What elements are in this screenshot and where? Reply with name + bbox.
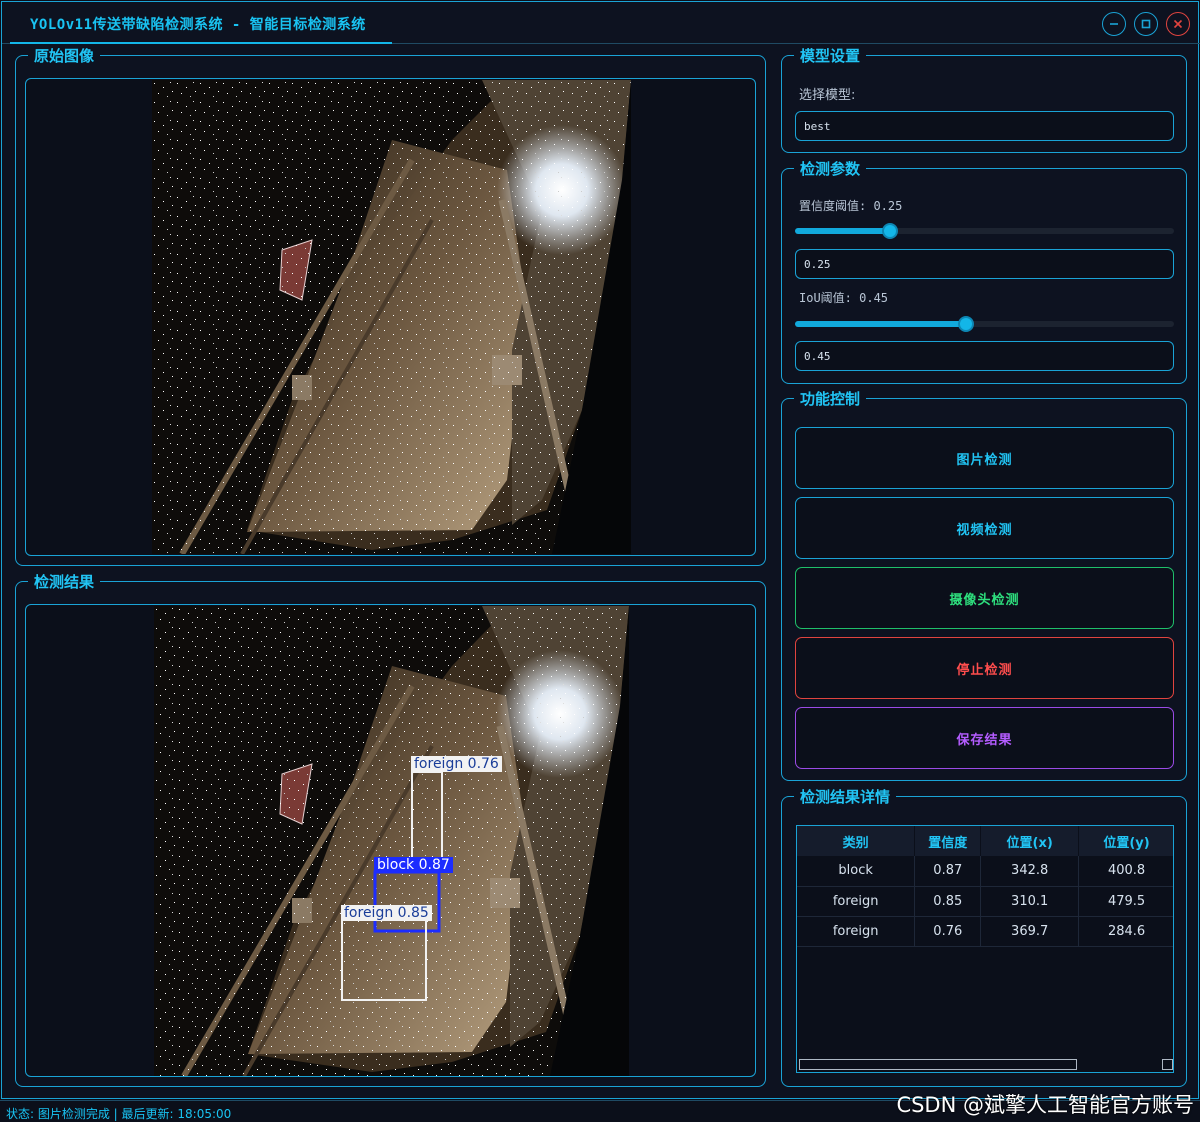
confidence-slider[interactable] [795, 223, 1174, 239]
detection-result-image: foreign 0.76 block 0.87 foreign 0.85 [154, 606, 629, 1076]
cell-confidence: 0.76 [914, 916, 982, 947]
minimize-button[interactable] [1102, 12, 1126, 36]
original-image [152, 80, 631, 554]
detection-params-panel: 检测参数 置信度阈值: 0.25 0.25 IoU阈值: 0.45 0.45 [781, 160, 1187, 384]
image-detect-button[interactable]: 图片检测 [795, 427, 1174, 489]
horizontal-scrollbar[interactable] [797, 1058, 1173, 1072]
camera-detect-button[interactable]: 摄像头检测 [795, 567, 1174, 629]
column-header-x[interactable]: 位置(x) [980, 826, 1080, 856]
cell-y: 284.6 [1078, 916, 1173, 947]
detection-result-frame: foreign 0.76 block 0.87 foreign 0.85 [25, 604, 756, 1077]
stop-detect-button[interactable]: 停止检测 [795, 637, 1174, 699]
model-settings-title: 模型设置 [794, 47, 867, 65]
cell-x: 310.1 [980, 886, 1080, 917]
save-result-button[interactable]: 保存结果 [795, 707, 1174, 769]
watermark: CSDN @斌擎人工智能官方账号 [896, 1093, 1194, 1117]
close-icon [1173, 19, 1183, 29]
cell-x: 342.8 [980, 856, 1080, 887]
iou-slider-fill [795, 321, 966, 327]
cell-class: foreign [797, 916, 916, 947]
app-window: YOLOv11传送带缺陷检测系统 - 智能目标检测系统 原始图像 检测结果 fo… [1, 1, 1200, 1099]
iou-label: IoU阈值: 0.45 [799, 291, 889, 305]
cell-confidence: 0.85 [914, 886, 982, 917]
bbox-label-block: block 0.87 [374, 857, 453, 873]
iou-slider[interactable] [795, 316, 1174, 332]
original-image-frame [25, 78, 756, 556]
original-image-panel: 原始图像 [15, 47, 766, 566]
function-controls-title: 功能控制 [794, 390, 867, 408]
status-text: 状态: 图片检测完成 | 最后更新: 18:05:00 [6, 1107, 232, 1121]
detection-details-panel: 检测结果详情 类别 置信度 位置(x) 位置(y) block 0.87 342… [781, 788, 1187, 1087]
function-controls-panel: 功能控制 图片检测 视频检测 摄像头检测 停止检测 保存结果 [781, 390, 1187, 781]
model-select[interactable]: best [795, 111, 1174, 141]
maximize-icon [1141, 19, 1151, 29]
detection-details-table[interactable]: 类别 置信度 位置(x) 位置(y) block 0.87 342.8 400.… [796, 825, 1174, 1073]
maximize-button[interactable] [1134, 12, 1158, 36]
iou-input[interactable]: 0.45 [795, 341, 1174, 371]
original-image-title: 原始图像 [28, 47, 101, 65]
status-bar: 状态: 图片检测完成 | 最后更新: 18:05:00 CSDN @斌擎人工智能… [0, 1093, 1200, 1122]
confidence-slider-fill [795, 228, 890, 234]
model-select-label: 选择模型: [799, 88, 856, 103]
model-settings-panel: 模型设置 选择模型: best [781, 47, 1187, 153]
conveyor-result-image [154, 606, 629, 1076]
bbox-label-foreign-1: foreign 0.76 [411, 756, 502, 772]
column-header-confidence[interactable]: 置信度 [914, 826, 982, 856]
cell-class: foreign [797, 886, 916, 917]
cell-class: block [797, 856, 916, 887]
conveyor-image [152, 80, 631, 554]
detection-result-panel: 检测结果 foreign 0.76 block 0.87 foreign 0.8… [15, 573, 766, 1087]
table-row[interactable]: foreign 0.85 310.1 479.5 [797, 886, 1173, 917]
window-title: YOLOv11传送带缺陷检测系统 - 智能目标检测系统 [30, 17, 366, 33]
column-header-y[interactable]: 位置(y) [1078, 826, 1173, 856]
video-detect-button[interactable]: 视频检测 [795, 497, 1174, 559]
cell-y: 479.5 [1078, 886, 1173, 917]
scrollbar-thumb[interactable] [799, 1059, 1077, 1070]
minimize-icon [1110, 23, 1118, 25]
detection-details-title: 检测结果详情 [794, 788, 897, 806]
table-header-row: 类别 置信度 位置(x) 位置(y) [797, 826, 1173, 856]
table-row[interactable]: foreign 0.76 369.7 284.6 [797, 916, 1173, 947]
title-bar: YOLOv11传送带缺陷检测系统 - 智能目标检测系统 [2, 2, 1200, 44]
detection-result-title: 检测结果 [28, 573, 101, 591]
table-row[interactable]: block 0.87 342.8 400.8 [797, 856, 1173, 887]
confidence-slider-handle[interactable] [881, 223, 898, 239]
confidence-label: 置信度阈值: 0.25 [799, 199, 903, 213]
title-tab: YOLOv11传送带缺陷检测系统 - 智能目标检测系统 [10, 2, 392, 44]
cell-x: 369.7 [980, 916, 1080, 947]
iou-slider-handle[interactable] [957, 316, 974, 332]
column-header-class[interactable]: 类别 [797, 826, 916, 856]
scrollbar-arrow[interactable] [1162, 1059, 1173, 1070]
bbox-label-foreign-2: foreign 0.85 [341, 905, 432, 921]
cell-y: 400.8 [1078, 856, 1173, 887]
close-button[interactable] [1166, 12, 1190, 36]
cell-confidence: 0.87 [914, 856, 982, 887]
confidence-input[interactable]: 0.25 [795, 249, 1174, 279]
detection-params-title: 检测参数 [794, 160, 867, 178]
